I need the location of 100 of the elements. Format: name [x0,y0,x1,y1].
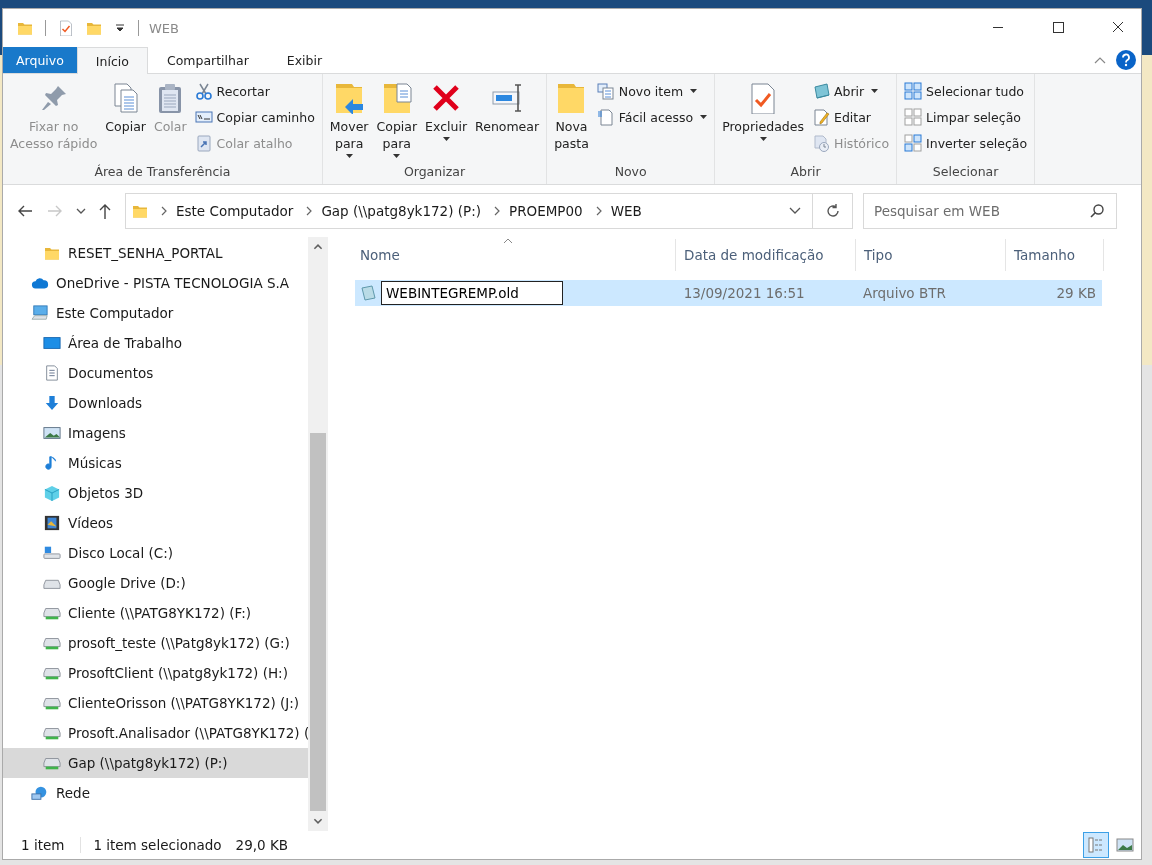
ribbon-button[interactable]: Selecionar tudo [901,80,1031,102]
breadcrumb-segment[interactable]: Este Computador [176,203,294,219]
tree-item[interactable]: OneDrive - PISTA TECNOLOGIA S.A [3,268,308,298]
tree-item[interactable]: Gap (\\patg8yk172) (P:) [3,748,308,778]
page-icon [596,108,615,126]
ribbon-button[interactable]: Copiar para [373,78,421,162]
pencil-page-icon [812,108,830,126]
ribbon-button[interactable]: Inverter seleção [901,132,1031,154]
tree-item[interactable]: RESET_SENHA_PORTAL [3,238,308,268]
ribbon-tab[interactable]: Início [76,47,148,74]
ribbon-button[interactable]: Nova pasta [551,78,592,162]
tree-item[interactable]: Google Drive (D:) [3,568,308,598]
tree-item[interactable]: Downloads [3,388,308,418]
download-arrow-icon [43,395,61,411]
ribbon-button[interactable]: Abrir [809,80,893,102]
column-header[interactable]: Data de modificação [676,239,856,271]
ribbon-button[interactable]: Propriedades [719,78,807,162]
tree-item[interactable]: Cliente (\\PATG8YK172) (F:) [3,598,308,628]
group-label: Novo [613,163,648,181]
cube-icon [43,485,61,501]
group-label: Selecionar [931,163,1000,181]
tree-item[interactable]: Área de Trabalho [3,328,308,358]
refresh-button[interactable] [813,193,853,229]
chevron-icon[interactable] [594,206,603,216]
tree-item[interactable]: Rede [3,778,308,808]
tree-item[interactable]: Prosoft.Analisador (\\PATG8YK172) ( [3,718,308,748]
ribbon-button[interactable]: Mover para [326,78,372,162]
caret-icon [690,89,698,93]
caret-icon [345,154,353,158]
ribbon-button[interactable]: Copiar [102,78,149,162]
help-icon[interactable] [1115,49,1137,71]
network-drive-icon [43,665,61,681]
tree-item[interactable]: Disco Local (C:) [3,538,308,568]
ribbon-button[interactable]: Recortar [191,80,318,102]
folder-arrow-icon [333,82,366,114]
network-drive-icon [43,605,61,621]
scrollbar-thumb[interactable] [310,433,326,811]
film-icon [43,515,61,531]
grid-icon [904,134,923,152]
tree-item[interactable]: Objetos 3D [3,478,308,508]
ribbon-button[interactable]: Editar [809,106,893,128]
chevron-icon[interactable] [305,206,314,216]
caret-icon [700,115,708,119]
breadcrumb-segment[interactable]: Gap (\\patg8yk172) (P:) [321,203,481,219]
tree-item[interactable]: Imagens [3,418,308,448]
rename-field[interactable]: WEBINTEGREMP.old [381,281,563,305]
selection-info: 1 item selecionado [93,837,222,853]
view-button[interactable] [1083,832,1109,858]
dropdown-icon[interactable] [788,206,802,216]
column-header[interactable]: Tamanho [1006,239,1104,271]
scrollbar-track[interactable] [308,237,328,831]
chevron-icon[interactable] [160,206,168,216]
monitor-icon [43,335,61,351]
address-bar[interactable]: Este Computador Gap (\\patg8yk172) (P:) PROEMP00 WEB [125,193,813,229]
ribbon-button[interactable]: Excluir [422,78,471,162]
caret-icon[interactable] [114,23,126,33]
computer-icon [31,305,49,321]
tree-item[interactable]: ProsoftClient (\\patg8yk172) (H:) [3,658,308,688]
tree-item[interactable]: Músicas [3,448,308,478]
network-drive-icon [43,695,61,711]
group-label: Organizar [402,163,467,181]
notebook-icon [812,82,830,100]
window-title: WEB [149,20,179,36]
tree-item[interactable]: Este Computador [3,298,308,328]
column-header[interactable]: Tipo [856,239,1006,271]
network-drive-icon [43,635,61,651]
grid-icon [904,82,923,100]
caret-icon [871,89,879,93]
tree-item[interactable]: prosoft_teste (\\Patg8yk172) (G:) [3,628,308,658]
file-menu-tab[interactable]: Arquivo [3,47,77,73]
ribbon-button[interactable]: Copiar caminho [191,106,318,128]
chevron-icon[interactable] [493,206,501,216]
ribbon-button[interactable]: Novo item [593,80,711,102]
caret-icon [442,137,450,141]
cloud-icon [31,275,49,291]
tree-item[interactable]: ClienteOrisson (\\PATG8YK172) (J:) [3,688,308,718]
tree-item[interactable]: Vídeos [3,508,308,538]
breadcrumb-segment[interactable]: WEB [610,203,642,219]
collapse-icon[interactable] [1093,55,1107,65]
column-header[interactable]: Nome [349,239,676,271]
file-icon [359,284,377,302]
caret-icon [759,137,767,141]
globe-icon [31,785,49,801]
tree-item[interactable]: Documentos [3,358,308,388]
caret-icon [393,154,401,158]
file-type: Arquivo BTR [861,285,947,301]
file-size: 29 KB [1055,285,1097,301]
search-field[interactable]: Pesquisar em WEB [863,193,1117,229]
history-icon [812,134,830,152]
breadcrumb-segment[interactable]: PROEMP00 [509,203,583,219]
ribbon-button[interactable]: Renomear [472,78,543,162]
search-icon[interactable] [1089,203,1105,219]
document-icon [43,365,61,381]
file-row[interactable]: WEBINTEGREMP.old 13/09/2021 16:51 Arquivo BTR 29 KB [355,280,1102,306]
grid-icon [904,108,923,126]
ribbon-button[interactable]: Fácil acesso [593,106,711,128]
selection-size: 29,0 KB [235,837,289,853]
properties-icon[interactable] [58,20,74,36]
up-icon[interactable] [97,202,113,220]
ribbon-button[interactable]: Limpar seleção [901,106,1031,128]
